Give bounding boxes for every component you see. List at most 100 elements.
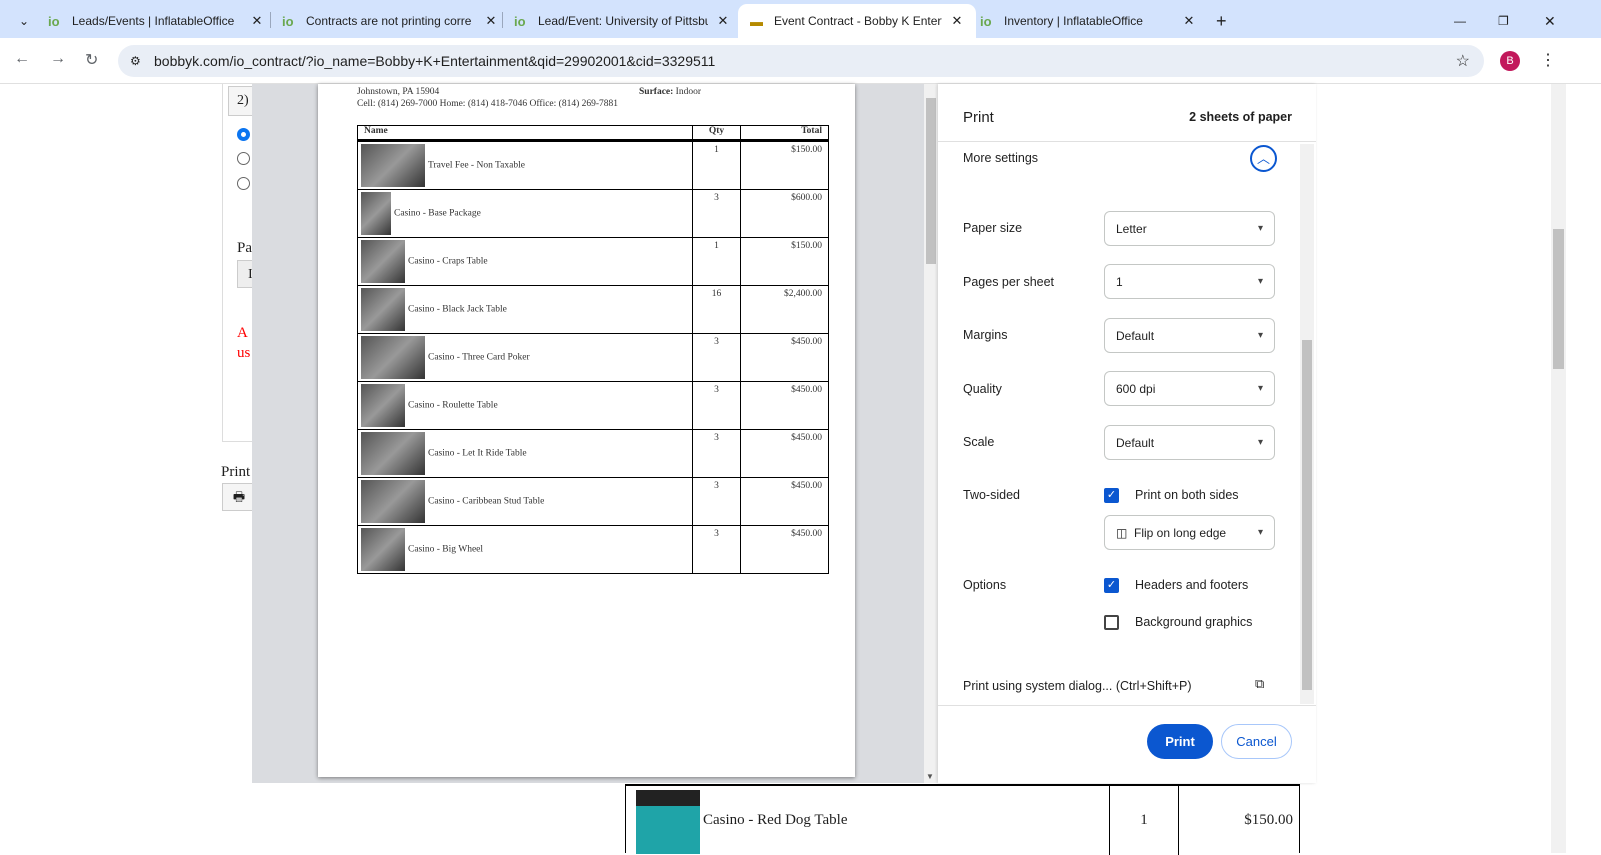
item-qty: 1 [692, 237, 741, 286]
red-dog-thumbnail [636, 790, 700, 854]
background-graphics-checkbox[interactable] [1104, 615, 1119, 630]
preview-scrollbar[interactable]: ▼ [924, 84, 938, 783]
margins-select[interactable]: Default [1104, 318, 1275, 353]
menu-kebab-icon[interactable]: ⋮ [1540, 50, 1556, 70]
open-external-icon[interactable]: ⧉ [1255, 676, 1264, 692]
radio-option[interactable] [237, 152, 250, 165]
address-bar[interactable]: ⚙ bobbyk.com/io_contract/?io_name=Bobby+… [118, 45, 1484, 77]
item-name: Casino - Base Package [394, 208, 481, 219]
table-row: Casino - Red Dog Table 1 $150.00 [625, 784, 1300, 855]
item-total: $2,400.00 [740, 285, 829, 334]
print-button[interactable]: Print [1147, 724, 1213, 759]
settings-scrollbar[interactable] [1300, 144, 1314, 704]
headers-footers-checkbox[interactable]: ✓ [1104, 578, 1119, 593]
item-thumbnail [361, 288, 405, 331]
item-thumbnail [361, 192, 391, 235]
item-name: Travel Fee - Non Taxable [428, 160, 525, 171]
item-name: Casino - Craps Table [408, 256, 488, 267]
tab-leads-events[interactable]: io Leads/Events | InflatableOffice ✕ [36, 4, 276, 38]
flip-select[interactable]: ◫ Flip on long edge [1104, 515, 1275, 550]
surface-info: Surface: Indoor [639, 87, 701, 97]
collapse-chevron-up-icon[interactable]: ︿ [1250, 145, 1277, 172]
item-total: $450.00 [740, 525, 829, 574]
item-name: Casino - Big Wheel [408, 544, 484, 555]
item-name: Casino - Let It Ride Table [428, 448, 527, 459]
cancel-button[interactable]: Cancel [1221, 724, 1292, 759]
tab-lead-event[interactable]: io Lead/Event: University of Pittsbu ✕ [502, 4, 742, 38]
radio-selected[interactable] [237, 128, 250, 141]
item-thumbnail [361, 336, 425, 379]
item-name: Casino - Three Card Poker [428, 352, 530, 363]
item-qty: 3 [692, 429, 741, 478]
tab-event-contract[interactable]: ▬ Event Contract - Bobby K Entert ✕ [738, 4, 976, 38]
item-total: $600.00 [740, 189, 829, 238]
item-total: $450.00 [740, 333, 829, 382]
item-row: Casino - Big Wheel 3 $450.00 [357, 525, 829, 574]
close-tab-icon[interactable]: ✕ [250, 13, 264, 29]
tab-inventory[interactable]: io Inventory | InflatableOffice ✕ [968, 4, 1208, 38]
item-thumbnail [361, 480, 425, 523]
close-tab-icon[interactable]: ✕ [484, 13, 498, 29]
more-settings-label[interactable]: More settings [963, 151, 1038, 165]
print-title: Print [963, 109, 994, 126]
print-button-icon[interactable]: 🖶 [222, 483, 256, 511]
item-thumbnail [361, 432, 425, 475]
address-toolbar: ← → ↻ ⚙ bobbyk.com/io_contract/?io_name=… [0, 38, 1601, 84]
print-settings-panel: Print 2 sheets of paper More settings ︿ … [938, 84, 1316, 783]
sheet-count: 2 sheets of paper [1189, 110, 1292, 124]
system-dialog-link[interactable]: Print using system dialog... (Ctrl+Shift… [963, 679, 1192, 693]
bookmark-star-icon[interactable]: ☆ [1456, 51, 1470, 71]
preview-page: Johnstown, PA 15904 Surface: Indoor Cell… [318, 84, 855, 777]
minimize-button[interactable]: — [1442, 4, 1478, 38]
reload-icon[interactable]: ↻ [85, 50, 98, 70]
item-qty: 3 [692, 333, 741, 382]
item-qty: 3 [692, 189, 741, 238]
paper-size-select[interactable]: Letter [1104, 211, 1275, 246]
item-row: Casino - Black Jack Table 16 $2,400.00 [357, 285, 829, 334]
close-window-button[interactable]: ✕ [1532, 4, 1568, 38]
item-name: Casino - Roulette Table [408, 400, 498, 411]
item-row: Casino - Caribbean Stud Table 3 $450.00 [357, 477, 829, 526]
item-total: $150.00 [740, 140, 829, 190]
item-thumbnail [361, 528, 405, 571]
item-total: $450.00 [740, 429, 829, 478]
item-qty: 16 [692, 285, 741, 334]
item-qty: 3 [692, 381, 741, 430]
item-total: $450.00 [740, 477, 829, 526]
item-total: $450.00 [740, 381, 829, 430]
inflatableoffice-icon: io [514, 13, 526, 29]
flip-long-edge-icon: ◫ [1116, 525, 1128, 540]
items-table: Name Qty Total Travel Fee - Non Taxable 1… [357, 125, 829, 574]
pages-per-sheet-select[interactable]: 1 [1104, 264, 1275, 299]
close-tab-icon[interactable]: ✕ [950, 13, 964, 29]
tab-strip: ⌄ io Leads/Events | InflatableOffice ✕ io C… [0, 0, 1601, 38]
site-info-icon[interactable]: ⚙ [130, 54, 141, 68]
new-tab-button[interactable]: + [1204, 4, 1239, 38]
item-name: Casino - Caribbean Stud Table [428, 496, 545, 507]
print-both-sides-checkbox[interactable]: ✓ [1104, 488, 1119, 503]
back-icon[interactable]: ← [14, 50, 30, 68]
item-name: Casino - Black Jack Table [408, 304, 507, 315]
close-tab-icon[interactable]: ✕ [1182, 13, 1196, 29]
inflatableoffice-icon: io [48, 13, 60, 29]
forward-icon[interactable]: → [50, 50, 66, 68]
restore-button[interactable]: ❐ [1486, 4, 1521, 38]
item-row: Travel Fee - Non Taxable 1 $150.00 [357, 140, 829, 190]
item-qty: 3 [692, 525, 741, 574]
item-row: Casino - Base Package 3 $600.00 [357, 189, 829, 238]
site-favicon-icon: ▬ [750, 13, 763, 29]
quality-select[interactable]: 600 dpi [1104, 371, 1275, 406]
item-qty: 3 [692, 477, 741, 526]
inflatableoffice-icon: io [282, 13, 294, 29]
profile-avatar[interactable]: B [1500, 51, 1520, 71]
item-row: Casino - Roulette Table 3 $450.00 [357, 381, 829, 430]
item-thumbnail [361, 384, 405, 427]
item-row: Casino - Craps Table 1 $150.00 [357, 237, 829, 286]
inflatableoffice-icon: io [980, 13, 992, 29]
scale-select[interactable]: Default [1104, 425, 1275, 460]
close-tab-icon[interactable]: ✕ [716, 13, 730, 29]
item-thumbnail [361, 240, 405, 283]
radio-option[interactable] [237, 177, 250, 190]
tab-contracts[interactable]: io Contracts are not printing corre ✕ [270, 4, 510, 38]
page-scrollbar[interactable] [1551, 84, 1566, 853]
